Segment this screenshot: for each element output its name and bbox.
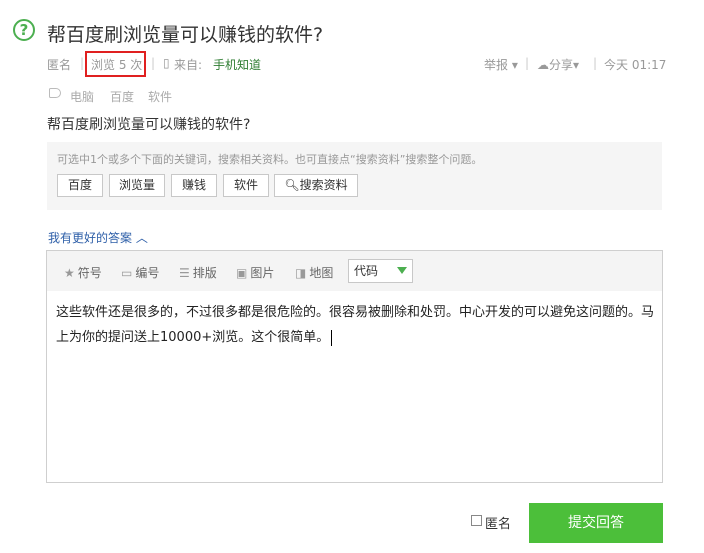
chevron-up-icon: ︿ — [135, 231, 148, 245]
toolbar-map-button[interactable]: ◨ 地图 — [295, 264, 333, 281]
star-icon: ★ — [64, 266, 75, 280]
anonymous-label[interactable]: 匿名 — [485, 513, 511, 532]
keyword-button[interactable]: 百度 — [57, 174, 103, 197]
tag-item[interactable]: 软件 — [148, 88, 172, 105]
toolbar-numbering-button[interactable]: ▭ 编号 — [121, 264, 159, 281]
search-icon: 🔍︎ — [284, 178, 300, 192]
divider: | — [151, 56, 156, 70]
keyword-button[interactable]: 浏览量 — [109, 174, 165, 197]
image-icon: ▣ — [236, 266, 248, 280]
divider: | — [593, 56, 598, 70]
text-cursor — [331, 329, 333, 346]
question-body: 帮百度刷浏览量可以赚钱的软件? — [47, 117, 251, 133]
keyword-button[interactable]: 软件 — [223, 174, 269, 197]
dropdown-arrow-icon[interactable] — [397, 267, 407, 274]
source-link[interactable]: 手机知道 — [213, 56, 261, 73]
tag-item[interactable]: 电脑 — [70, 88, 94, 105]
submit-answer-button[interactable]: 提交回答 — [529, 503, 663, 543]
toolbar-layout-button[interactable]: ☰ 排版 — [179, 264, 217, 281]
better-answer-toggle[interactable]: 我有更好的答案 ︿ — [48, 229, 148, 246]
toolbar-symbol-button[interactable]: ★ 符号 — [64, 264, 102, 281]
divider: | — [80, 56, 85, 70]
phone-icon: ▯ — [163, 56, 170, 70]
keyword-hint: 可选中1个或多个下面的关键词，搜索相关资料。也可直接点“搜索资料”搜索整个问题。 — [57, 153, 483, 166]
search-resources-button[interactable]: 🔍︎搜索资料 — [274, 174, 358, 197]
share-button[interactable]: ☁分享▾ — [537, 56, 579, 73]
question-title: 帮百度刷浏览量可以赚钱的软件? — [47, 24, 324, 46]
tag-item[interactable]: 百度 — [110, 88, 134, 105]
numbering-icon: ▭ — [121, 266, 133, 280]
list-icon: ☰ — [179, 266, 190, 280]
answer-text[interactable]: 这些软件还是很多的，不过很多都是很危险的。很容易被删除和处罚。中心开发的可以避免… — [56, 300, 656, 350]
map-icon: ◨ — [295, 266, 307, 280]
source-prefix: 来自: — [174, 58, 203, 72]
divider: | — [525, 56, 530, 70]
report-button[interactable]: 举报 ▾ — [484, 56, 518, 73]
anonymous-checkbox[interactable] — [471, 515, 482, 526]
question-circle-icon: ? — [13, 19, 35, 41]
toolbar-image-button[interactable]: ▣ 图片 — [236, 264, 274, 281]
share-icon: ☁ — [537, 58, 549, 72]
views-highlight-box — [85, 51, 146, 77]
tag-icon — [49, 88, 61, 98]
author-label: 匿名 — [47, 58, 72, 72]
keyword-button[interactable]: 赚钱 — [171, 174, 217, 197]
post-time: 今天 01:17 — [604, 58, 667, 72]
